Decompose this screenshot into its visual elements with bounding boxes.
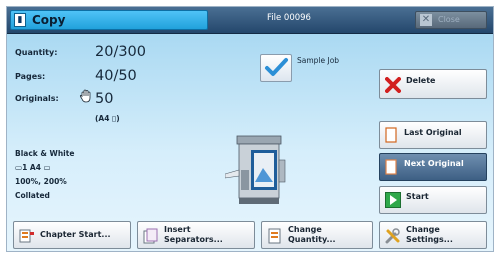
close-x-icon: ✕ [420,14,432,26]
pages-label: Pages: [15,72,46,81]
change-settings-label-1: Change [406,225,440,234]
tools-icon [385,228,400,244]
start-label: Start [406,192,429,201]
quantity-icon [268,228,281,244]
start-button[interactable]: Start [379,186,487,214]
red-x-icon [385,77,401,93]
copier-machine-image [225,135,286,204]
separator-icon [143,228,158,244]
delete-button[interactable]: Delete [379,69,487,99]
copy-screen: ▮ Copy File 00096 ✕ Close Quantity: 20/3… [6,6,494,252]
change-quantity-label-2: Quantity... [288,235,336,244]
finishing-info: Collated [15,191,50,200]
checkmark-icon [265,58,288,76]
insert-separators-label-1: Insert [164,225,191,234]
chapter-start-button[interactable]: Chapter Start... [13,221,131,249]
screen-title: Copy [32,13,66,27]
page-icon [385,159,397,175]
copy-tab[interactable]: ▮ Copy [10,10,208,30]
close-button[interactable]: ✕ Close [415,11,487,29]
next-original-button[interactable]: Next Original [379,153,487,181]
next-original-label: Next Original [404,159,464,168]
change-settings-label-2: Settings... [406,235,453,244]
paper-size: (A4 ▯) [95,114,120,123]
insert-separators-label-2: Separators... [164,235,223,244]
page-icon [385,127,397,143]
pages-value: 40/50 [95,68,137,84]
sample-job-checkbox[interactable] [260,54,292,82]
file-name: File 00096 [267,13,311,23]
change-quantity-button[interactable]: Change Quantity... [261,221,373,249]
last-original-button[interactable]: Last Original [379,121,487,149]
sample-job-label: Sample Job [297,56,340,65]
last-original-label: Last Original [404,128,462,137]
start-arrow-icon [385,192,401,208]
copy-doc-icon: ▮ [14,13,26,27]
change-settings-button[interactable]: Change Settings... [379,221,487,249]
change-quantity-label-1: Change [288,225,322,234]
close-label: Close [438,15,460,24]
tray-info: ▭1 A4 ▭ [15,163,51,172]
chapter-start-label: Chapter Start... [40,230,111,239]
job-content: Quantity: 20/300 Pages: 40/50 Originals:… [7,34,493,251]
originals-label: Originals: [15,94,59,103]
quantity-value: 20/300 [95,44,147,60]
hand-icon [79,89,91,103]
quantity-label: Quantity: [15,48,58,57]
originals-value: 50 [95,91,114,107]
delete-label: Delete [406,76,436,85]
color-mode: Black & White [15,149,75,158]
chapter-icon [19,229,34,243]
insert-separators-button[interactable]: Insert Separators... [137,221,255,249]
title-bar: ▮ Copy File 00096 ✕ Close [7,7,493,34]
reduction-info: 100%, 200% [15,177,67,186]
